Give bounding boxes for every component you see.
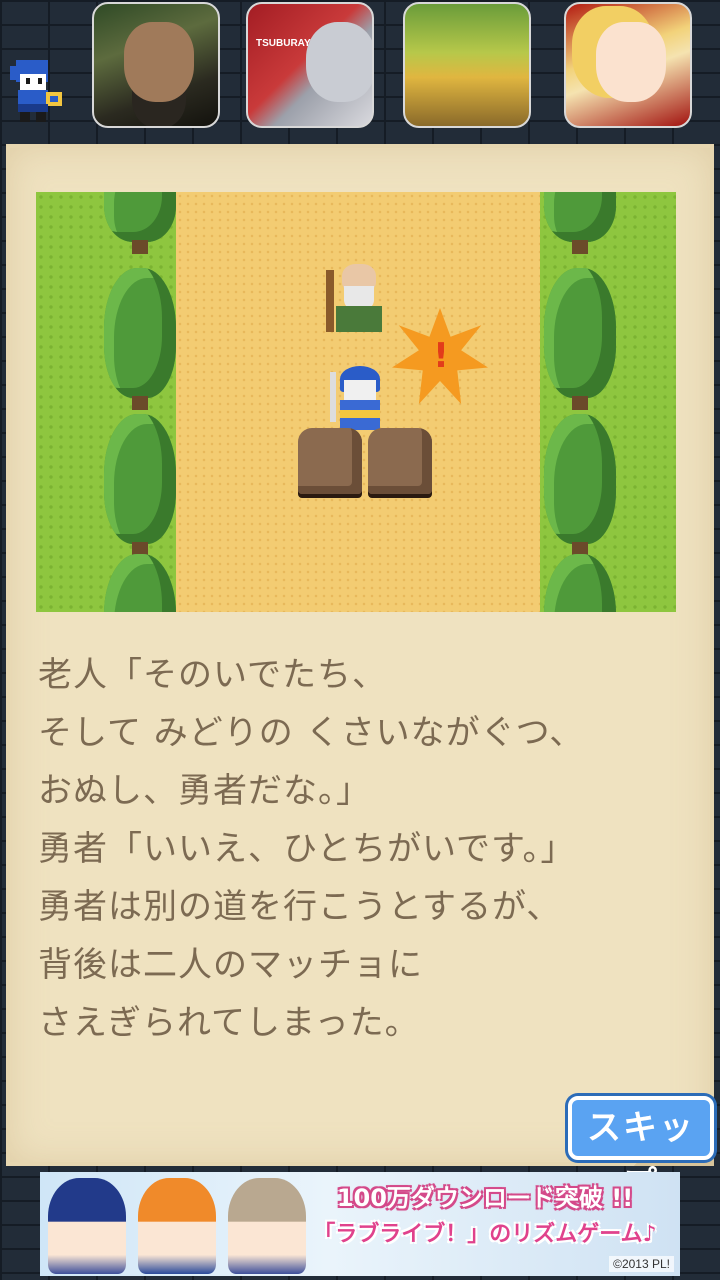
anime-girl-game-ad-icon[interactable] xyxy=(564,2,692,128)
game-scene: ! xyxy=(36,192,676,612)
ultraman-game-ad-icon[interactable]: TSUBURAYA xyxy=(246,2,374,128)
tree-icon xyxy=(544,268,616,410)
story-line: そして みどりの くさいながぐつ、 xyxy=(38,713,585,753)
grass-right xyxy=(540,192,676,612)
anime-character-icon xyxy=(48,1178,126,1274)
ultraman-icon xyxy=(306,22,372,102)
exclamation-icon: ! xyxy=(433,336,449,376)
tree-icon xyxy=(104,268,176,410)
story-line: 勇者は別の道を行こうとするが、 xyxy=(38,887,562,927)
tree-icon xyxy=(544,414,616,556)
warlord-game-ad-icon[interactable] xyxy=(92,2,220,128)
story-line: 背後は二人のマッチョに xyxy=(38,945,423,985)
tree-icon xyxy=(104,414,176,556)
macho-sprite xyxy=(368,428,432,494)
banner-copyright: ©2013 PL! xyxy=(609,1256,674,1272)
bottom-banner-ad[interactable]: 100万ダウンロード突破 !! 「ラブライブ！」のリズムゲーム♪ ©2013 P… xyxy=(40,1172,680,1276)
farm-game-ad-icon[interactable] xyxy=(403,2,531,128)
anime-character-icon xyxy=(138,1178,216,1274)
story-line: おぬし、勇者だな。」 xyxy=(38,771,371,811)
grass-left xyxy=(36,192,176,612)
story-line: さえぎられてしまった。 xyxy=(38,1003,420,1043)
banner-subline: 「ラブライブ！」のリズムゲーム♪ xyxy=(313,1222,657,1247)
banner-headline: 100万ダウンロード突破 !! xyxy=(336,1184,634,1212)
story-line: 勇者「いいえ、ひとちがいです。」 xyxy=(38,829,576,869)
bearded-warrior-icon xyxy=(124,22,194,102)
story-text: 老人「そのいでたち、 そして みどりの くさいながぐつ、 おぬし、勇者だな。」 … xyxy=(38,646,678,1052)
top-ad-bar: TSUBURAYA xyxy=(0,0,720,140)
macho-sprite xyxy=(298,428,362,494)
hero-sprite-icon xyxy=(6,56,72,126)
blonde-girl-icon xyxy=(596,22,666,102)
old-man-sprite xyxy=(326,264,390,334)
skip-button[interactable]: スキップ xyxy=(568,1096,714,1204)
story-line: 老人「そのいでたち、 xyxy=(38,655,387,695)
hero-sprite xyxy=(328,366,392,436)
